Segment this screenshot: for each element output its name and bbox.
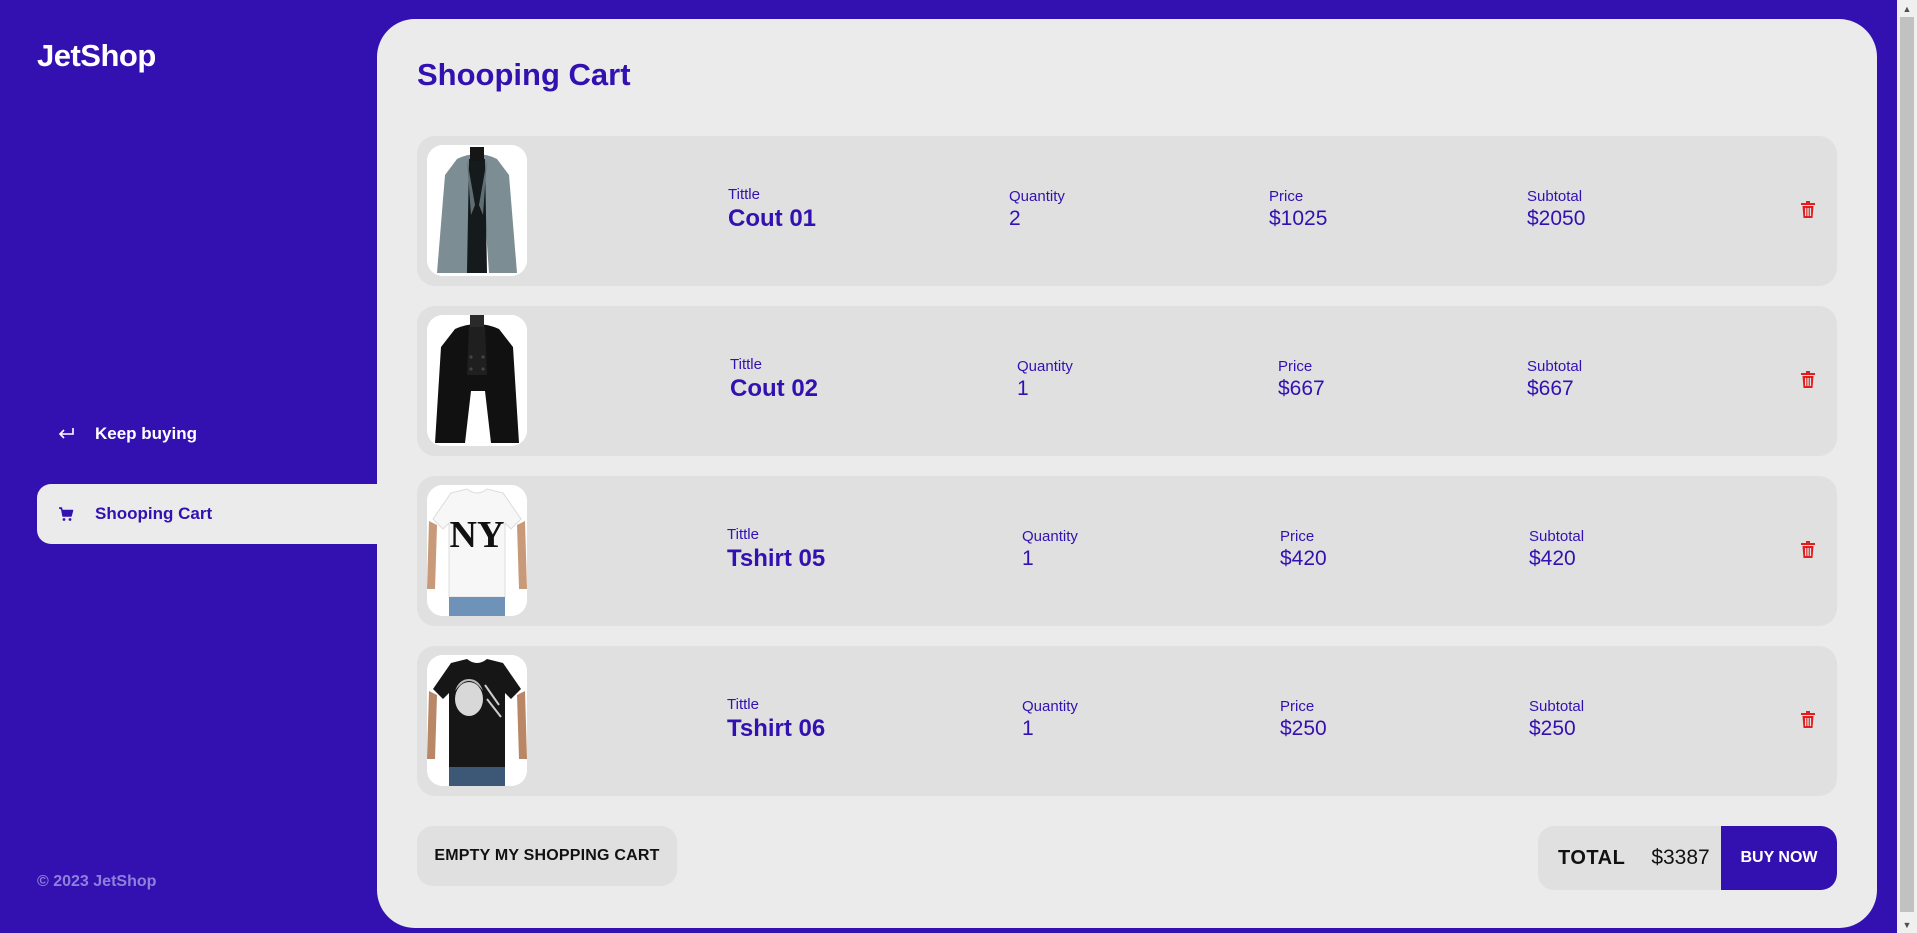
empty-cart-button[interactable]: EMPTY MY SHOPPING CART: [417, 826, 677, 886]
item-quantity-field: Quantity 1: [1022, 698, 1078, 741]
scrollbar[interactable]: ▲ ▼: [1897, 0, 1917, 933]
item-title-field: Tittle Cout 02: [730, 356, 818, 403]
quantity-label: Quantity: [1022, 698, 1078, 715]
product-image-white-ny-tshirt: NY: [427, 485, 527, 616]
cart-item: Tittle Cout 01 Quantity 2 Price $1025 Su…: [417, 136, 1837, 286]
item-quantity-field: Quantity 1: [1017, 358, 1073, 401]
quantity-label: Quantity: [1009, 188, 1065, 205]
trash-icon[interactable]: [1801, 711, 1819, 731]
item-price: $250: [1280, 717, 1327, 740]
item-price-field: Price $1025: [1269, 188, 1327, 231]
title-label: Tittle: [727, 526, 759, 543]
nav-keep-buying[interactable]: Keep buying: [37, 404, 377, 464]
item-subtotal: $250: [1529, 717, 1576, 740]
page-title: Shooping Cart: [417, 57, 631, 92]
quantity-label: Quantity: [1017, 358, 1073, 375]
item-quantity: 1: [1022, 547, 1034, 570]
item-subtotal-field: Subtotal $420: [1529, 528, 1584, 571]
trash-icon[interactable]: [1801, 541, 1819, 561]
price-label: Price: [1278, 358, 1313, 375]
item-quantity: 1: [1022, 717, 1034, 740]
scrollbar-thumb[interactable]: [1900, 17, 1914, 912]
item-title: Tshirt 06: [727, 715, 826, 742]
item-price-field: Price $420: [1280, 528, 1327, 571]
item-quantity-field: Quantity 1: [1022, 528, 1078, 571]
scroll-up-icon[interactable]: ▲: [1897, 0, 1917, 17]
item-price-field: Price $250: [1280, 698, 1327, 741]
item-subtotal-field: Subtotal $250: [1529, 698, 1584, 741]
subtotal-label: Subtotal: [1527, 358, 1583, 375]
cart-item: Tittle Cout 02 Quantity 1 Price $667 Sub…: [417, 306, 1837, 456]
item-title-field: Tittle Cout 01: [728, 186, 816, 233]
subtotal-label: Subtotal: [1529, 698, 1585, 715]
trash-icon[interactable]: [1801, 371, 1819, 391]
scroll-down-icon[interactable]: ▼: [1897, 916, 1917, 933]
title-label: Tittle: [730, 356, 762, 373]
total-value: $3387: [1651, 846, 1710, 869]
item-subtotal-field: Subtotal $667: [1527, 358, 1582, 401]
trash-icon[interactable]: [1801, 201, 1819, 221]
title-label: Tittle: [727, 696, 759, 713]
svg-text:NY: NY: [450, 514, 505, 556]
cart-icon: [56, 504, 76, 524]
total-label: TOTAL: [1558, 846, 1626, 869]
product-image-black-coat: [427, 315, 527, 446]
item-price-field: Price $667: [1278, 358, 1325, 401]
sidebar: JetShop Keep buying Shooping Cart © 2023…: [0, 0, 377, 933]
subtotal-label: Subtotal: [1527, 188, 1583, 205]
price-label: Price: [1280, 528, 1315, 545]
item-subtotal: $667: [1527, 377, 1574, 400]
item-title-field: Tittle Tshirt 06: [727, 696, 825, 743]
item-subtotal: $2050: [1527, 207, 1586, 230]
title-label: Tittle: [728, 186, 760, 203]
item-quantity-field: Quantity 2: [1009, 188, 1065, 231]
total-box: TOTAL $3387 BUY NOW: [1538, 826, 1837, 890]
item-price: $667: [1278, 377, 1325, 400]
return-arrow-icon: [56, 424, 76, 444]
price-label: Price: [1269, 188, 1304, 205]
item-subtotal: $420: [1529, 547, 1576, 570]
item-title: Cout 02: [730, 375, 819, 402]
footer-copyright: © 2023 JetShop: [37, 873, 157, 890]
logo[interactable]: JetShop: [37, 38, 156, 74]
nav-keep-buying-label: Keep buying: [95, 424, 198, 443]
cart-item: NY Tittle Tshirt 05 Quantity 1 Price $42…: [417, 476, 1837, 626]
item-quantity: 2: [1009, 207, 1021, 230]
product-image-black-print-tshirt: [427, 655, 527, 786]
item-price: $420: [1280, 547, 1327, 570]
subtotal-label: Subtotal: [1529, 528, 1585, 545]
buy-now-button[interactable]: BUY NOW: [1721, 826, 1837, 890]
quantity-label: Quantity: [1022, 528, 1078, 545]
price-label: Price: [1280, 698, 1315, 715]
item-quantity: 1: [1017, 377, 1029, 400]
cart-item: Tittle Tshirt 06 Quantity 1 Price $250 S…: [417, 646, 1837, 796]
cart-panel: Shooping Cart Tittle Cout 01 Quantity 2 …: [377, 19, 1877, 928]
item-title: Tshirt 05: [727, 545, 826, 572]
product-image-grey-coat: [427, 145, 527, 276]
nav-shopping-cart-label: Shooping Cart: [95, 504, 213, 523]
item-subtotal-field: Subtotal $2050: [1527, 188, 1585, 231]
item-title: Cout 01: [728, 205, 817, 232]
item-price: $1025: [1269, 207, 1328, 230]
item-title-field: Tittle Tshirt 05: [727, 526, 825, 573]
nav-shopping-cart[interactable]: Shooping Cart: [37, 484, 377, 544]
